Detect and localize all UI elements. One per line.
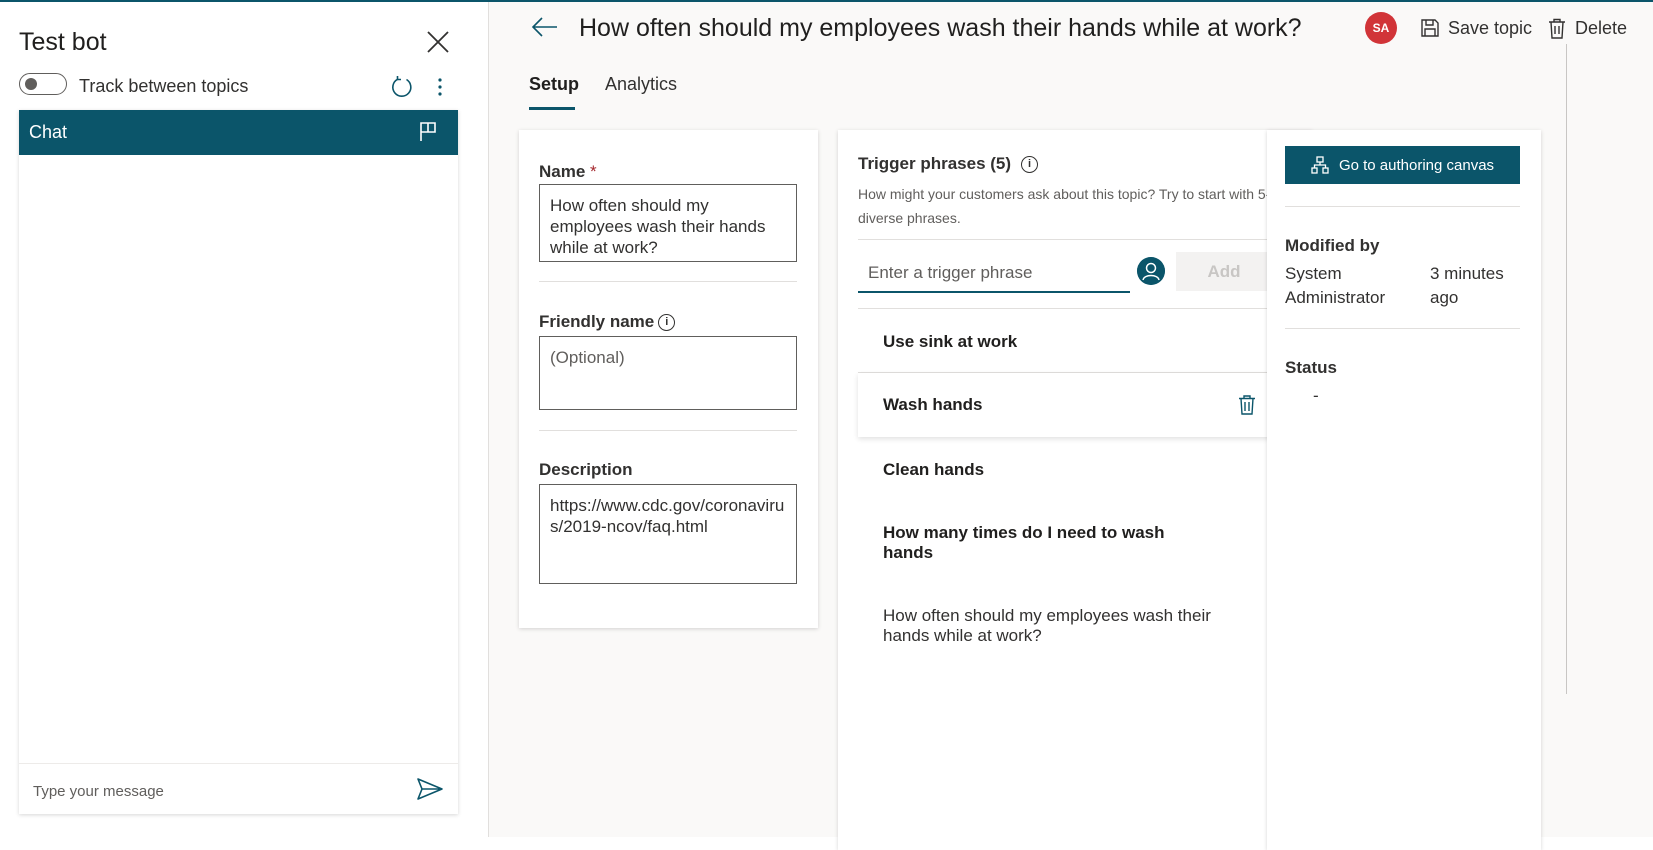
name-field[interactable]: How often should my employees wash their…	[539, 184, 797, 262]
trigger-phrases-title: Trigger phrases (5) i	[858, 154, 1039, 174]
status-value: -	[1313, 386, 1319, 405]
add-phrase-button[interactable]: Add	[1176, 252, 1272, 291]
trigger-phrase-input[interactable]	[858, 254, 1130, 293]
topic-info-card: Go to authoring canvas Modified by Syste…	[1267, 130, 1541, 850]
trigger-phrase-item[interactable]: Clean hands	[858, 438, 1272, 500]
topic-details-card: Name * How often should my employees was…	[519, 130, 818, 628]
flag-icon[interactable]	[417, 121, 439, 143]
friendly-name-label: Friendly name i	[539, 312, 676, 332]
modified-time: 3 minutes ago	[1430, 264, 1504, 307]
friendly-name-field[interactable]: (Optional)	[539, 336, 797, 410]
hierarchy-icon	[1311, 156, 1329, 174]
trigger-phrase-item[interactable]: How many times do I need to wash hands	[858, 501, 1272, 583]
divider	[539, 281, 797, 282]
save-topic-button[interactable]: Save topic	[1420, 14, 1532, 42]
tab-analytics[interactable]: Analytics	[605, 74, 677, 95]
message-input[interactable]	[31, 776, 395, 806]
chat-header: Chat	[19, 110, 458, 155]
info-icon[interactable]: i	[658, 314, 676, 331]
delete-button[interactable]: Delete	[1548, 14, 1627, 42]
delete-label: Delete	[1575, 17, 1628, 38]
save-topic-label: Save topic	[1448, 17, 1533, 38]
scrollbar[interactable]	[1566, 44, 1567, 694]
divider	[1285, 206, 1520, 207]
name-label: Name *	[539, 162, 597, 182]
trigger-phrases-title-text: Trigger phrases (5)	[858, 154, 1012, 173]
trash-icon	[1549, 18, 1565, 39]
track-topics-toggle[interactable]	[19, 73, 67, 95]
trigger-phrase-item[interactable]: How often should my employees wash their…	[858, 584, 1272, 668]
test-bot-title: Test bot	[19, 28, 107, 56]
modified-by-value: System Administrator	[1285, 264, 1386, 307]
toggle-knob	[25, 78, 37, 90]
topic-main: How often should my employees wash their…	[489, 2, 1653, 850]
chat-input-row	[19, 763, 458, 815]
description-label: Description	[539, 460, 633, 479]
name-label-text: Name	[539, 162, 586, 181]
trigger-phrases-card: Trigger phrases (5) i How might your cust…	[838, 130, 1312, 850]
refresh-icon[interactable]	[390, 75, 414, 99]
chat-tab-label: Chat	[29, 122, 68, 142]
required-mark: *	[590, 162, 597, 181]
track-topics-label: Track between topics	[79, 76, 249, 96]
active-tab-indicator	[529, 107, 575, 110]
person-icon[interactable]	[1137, 257, 1165, 285]
save-icon	[1421, 19, 1439, 37]
trash-icon[interactable]	[1238, 395, 1256, 415]
authoring-canvas-label: Go to authoring canvas	[1338, 156, 1495, 174]
more-options-icon[interactable]	[430, 76, 450, 98]
trigger-phrase-item[interactable]: Use sink at work	[858, 310, 1272, 372]
divider	[858, 239, 1292, 240]
trigger-phrase-text: Wash hands	[883, 395, 983, 414]
info-icon[interactable]: i	[1021, 156, 1039, 173]
send-icon[interactable]	[416, 777, 444, 801]
chat-panel: Chat	[19, 110, 458, 814]
go-to-authoring-canvas-button[interactable]: Go to authoring canvas	[1285, 146, 1520, 184]
avatar[interactable]: SA	[1365, 12, 1397, 44]
status-label: Status	[1285, 358, 1337, 377]
test-bot-panel: Test bot Track between topics Chat	[0, 2, 489, 837]
divider	[858, 308, 1292, 309]
divider	[1285, 328, 1520, 329]
tab-setup[interactable]: Setup	[529, 74, 579, 95]
trigger-phrase-item[interactable]: Wash hands	[858, 373, 1272, 437]
divider	[539, 430, 797, 431]
modified-by-label: Modified by	[1285, 236, 1380, 255]
back-arrow-icon[interactable]	[531, 15, 559, 39]
page-title: How often should my employees wash their…	[579, 14, 1302, 42]
description-field[interactable]: https://www.cdc.gov/coronavirus/2019-nco…	[539, 484, 797, 584]
trigger-phrases-help: How might your customers ask about this …	[858, 186, 1286, 226]
friendly-name-label-text: Friendly name	[539, 312, 655, 331]
close-icon[interactable]	[424, 28, 452, 56]
